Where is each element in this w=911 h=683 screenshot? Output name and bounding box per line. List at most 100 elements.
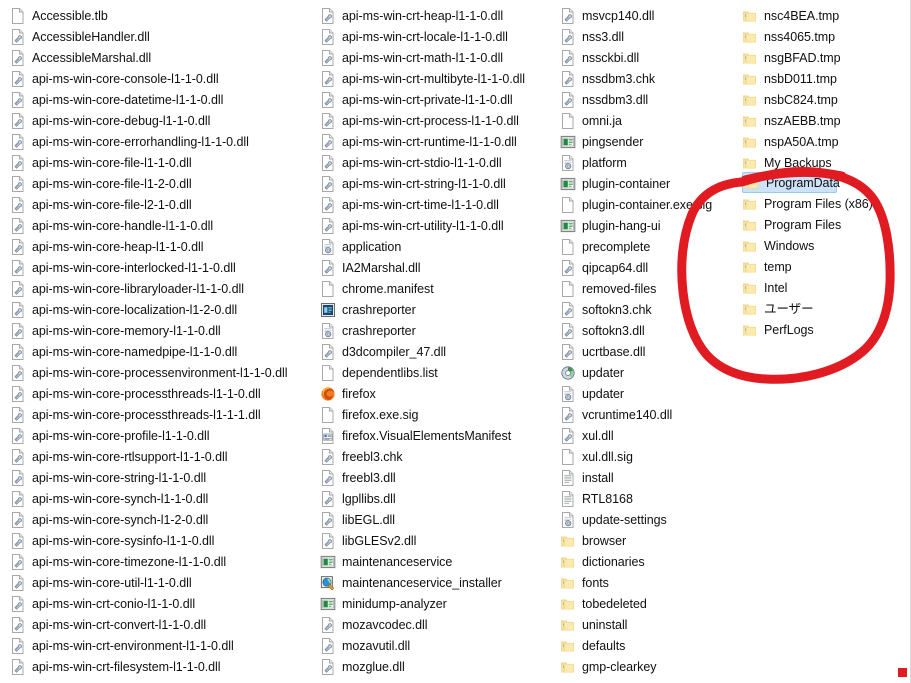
file-list-item[interactable]: api-ms-win-core-timezone-l1-1-0.dll xyxy=(10,551,312,572)
file-list-item[interactable]: plugin-container.exe.sig xyxy=(560,194,720,215)
file-list-item[interactable]: api-ms-win-core-sysinfo-l1-1-0.dll xyxy=(10,530,312,551)
file-list-item[interactable]: api-ms-win-core-processthreads-l1-1-1.dl… xyxy=(10,404,312,425)
file-list-item[interactable]: qipcap64.dll xyxy=(560,257,720,278)
file-list-item[interactable]: maintenanceservice xyxy=(320,551,552,572)
file-list-item[interactable]: api-ms-win-crt-conio-l1-1-0.dll xyxy=(10,593,312,614)
file-list-item[interactable]: AccessibleMarshal.dll xyxy=(10,47,312,68)
folder-list-item[interactable]: temp xyxy=(742,256,911,277)
file-list-item[interactable]: softokn3.dll xyxy=(560,320,720,341)
folder-list-item[interactable]: PerfLogs xyxy=(742,319,911,340)
file-list-item[interactable]: RTL8168 xyxy=(560,488,720,509)
file-list-item[interactable]: libGLESv2.dll xyxy=(320,530,552,551)
file-list-item[interactable]: mozavcodec.dll xyxy=(320,614,552,635)
file-list-item[interactable]: xul.dll xyxy=(560,425,720,446)
file-list-item[interactable]: minidump-analyzer xyxy=(320,593,552,614)
file-list-item[interactable]: nssckbi.dll xyxy=(560,47,720,68)
file-list-item[interactable]: crashreporter xyxy=(320,320,552,341)
file-list-item[interactable]: api-ms-win-crt-filesystem-l1-1-0.dll xyxy=(10,656,312,677)
file-list-item[interactable]: firefox.VisualElementsManifest xyxy=(320,425,552,446)
folder-list-item[interactable]: fonts xyxy=(560,572,720,593)
file-list-item[interactable]: api-ms-win-core-console-l1-1-0.dll xyxy=(10,68,312,89)
folder-list-item[interactable]: nsgBFAD.tmp xyxy=(742,47,911,68)
file-list-item[interactable]: api-ms-win-core-synch-l1-2-0.dll xyxy=(10,509,312,530)
file-list-item[interactable]: api-ms-win-crt-convert-l1-1-0.dll xyxy=(10,614,312,635)
file-list-item[interactable]: ucrtbase.dll xyxy=(560,341,720,362)
file-list-item[interactable]: freebl3.dll xyxy=(320,467,552,488)
folder-list-item[interactable]: ユーザー xyxy=(742,298,911,319)
file-list-item[interactable]: api-ms-win-core-file-l1-1-0.dll xyxy=(10,152,312,173)
file-list-item[interactable]: Accessible.tlb xyxy=(10,5,312,26)
folder-list-item[interactable]: Program Files xyxy=(742,214,911,235)
file-list-item[interactable]: d3dcompiler_47.dll xyxy=(320,341,552,362)
file-list-item[interactable]: mozavutil.dll xyxy=(320,635,552,656)
folder-list-item[interactable]: defaults xyxy=(560,635,720,656)
file-list-item[interactable]: api-ms-win-core-string-l1-1-0.dll xyxy=(10,467,312,488)
file-list-item[interactable]: api-ms-win-crt-locale-l1-1-0.dll xyxy=(320,26,552,47)
file-list-item[interactable]: api-ms-win-core-profile-l1-1-0.dll xyxy=(10,425,312,446)
file-list-item[interactable]: api-ms-win-core-processthreads-l1-1-0.dl… xyxy=(10,383,312,404)
file-list-item[interactable]: removed-files xyxy=(560,278,720,299)
file-list-item[interactable]: msvcp140.dll xyxy=(560,5,720,26)
file-list-item[interactable]: AccessibleHandler.dll xyxy=(10,26,312,47)
file-list-item[interactable]: api-ms-win-crt-multibyte-l1-1-0.dll xyxy=(320,68,552,89)
file-list-item[interactable]: libEGL.dll xyxy=(320,509,552,530)
file-list-item[interactable]: update-settings xyxy=(560,509,720,530)
file-list-item[interactable]: lgpllibs.dll xyxy=(320,488,552,509)
file-list-item[interactable]: precomplete xyxy=(560,236,720,257)
file-list-item[interactable]: xul.dll.sig xyxy=(560,446,720,467)
folder-list-item[interactable]: nsbD011.tmp xyxy=(742,68,911,89)
file-list-item[interactable]: install xyxy=(560,467,720,488)
file-list-item[interactable]: api-ms-win-core-heap-l1-1-0.dll xyxy=(10,236,312,257)
file-list-item[interactable]: chrome.manifest xyxy=(320,278,552,299)
file-list-item[interactable]: platform xyxy=(560,152,720,173)
file-list-item[interactable]: plugin-container xyxy=(560,173,720,194)
file-list-item[interactable]: vcruntime140.dll xyxy=(560,404,720,425)
folder-list-item[interactable]: Intel xyxy=(742,277,911,298)
file-list-item[interactable]: mozglue.dll xyxy=(320,656,552,677)
file-list-item[interactable]: pingsender xyxy=(560,131,720,152)
file-list-item[interactable]: api-ms-win-core-file-l1-2-0.dll xyxy=(10,173,312,194)
file-list-item[interactable]: api-ms-win-core-libraryloader-l1-1-0.dll xyxy=(10,278,312,299)
file-list-item[interactable]: application xyxy=(320,236,552,257)
file-list-item[interactable]: api-ms-win-crt-math-l1-1-0.dll xyxy=(320,47,552,68)
file-list-item[interactable]: api-ms-win-crt-private-l1-1-0.dll xyxy=(320,89,552,110)
folder-list-item[interactable]: nsc4BEA.tmp xyxy=(742,5,911,26)
file-list-item[interactable]: firefox xyxy=(320,383,552,404)
folder-list-item[interactable]: gmp-clearkey xyxy=(560,656,720,677)
folder-list-item[interactable]: ProgramData xyxy=(742,172,840,193)
file-list-item[interactable]: api-ms-win-core-namedpipe-l1-1-0.dll xyxy=(10,341,312,362)
file-list-item[interactable]: api-ms-win-crt-string-l1-1-0.dll xyxy=(320,173,552,194)
file-list-item[interactable]: api-ms-win-core-file-l2-1-0.dll xyxy=(10,194,312,215)
file-list-item[interactable]: api-ms-win-core-processenvironment-l1-1-… xyxy=(10,362,312,383)
folder-list-item[interactable]: nszAEBB.tmp xyxy=(742,110,911,131)
file-list-item[interactable]: api-ms-win-crt-time-l1-1-0.dll xyxy=(320,194,552,215)
file-list-item[interactable]: api-ms-win-core-interlocked-l1-1-0.dll xyxy=(10,257,312,278)
file-list-item[interactable]: api-ms-win-crt-utility-l1-1-0.dll xyxy=(320,215,552,236)
file-explorer-list-view[interactable]: Accessible.tlb AccessibleHandler.dll Acces… xyxy=(0,0,911,683)
file-list-item[interactable]: api-ms-win-core-debug-l1-1-0.dll xyxy=(10,110,312,131)
folder-list-item[interactable]: Program Files (x86) xyxy=(742,193,911,214)
file-list-item[interactable]: api-ms-win-core-datetime-l1-1-0.dll xyxy=(10,89,312,110)
file-list-item[interactable]: api-ms-win-crt-runtime-l1-1-0.dll xyxy=(320,131,552,152)
file-list-item[interactable]: firefox.exe.sig xyxy=(320,404,552,425)
file-list-item[interactable]: api-ms-win-crt-environment-l1-1-0.dll xyxy=(10,635,312,656)
file-list-item[interactable]: nssdbm3.chk xyxy=(560,68,720,89)
file-list-item[interactable]: nssdbm3.dll xyxy=(560,89,720,110)
folder-list-item[interactable]: browser xyxy=(560,530,720,551)
file-list-item[interactable]: api-ms-win-core-errorhandling-l1-1-0.dll xyxy=(10,131,312,152)
file-list-item[interactable]: api-ms-win-core-util-l1-1-0.dll xyxy=(10,572,312,593)
file-list-item[interactable]: crashreporter xyxy=(320,299,552,320)
folder-list-item[interactable]: nspA50A.tmp xyxy=(742,131,911,152)
file-list-item[interactable]: softokn3.chk xyxy=(560,299,720,320)
file-list-item[interactable]: api-ms-win-crt-stdio-l1-1-0.dll xyxy=(320,152,552,173)
folder-list-item[interactable]: Windows xyxy=(742,235,911,256)
file-list-item[interactable]: maintenanceservice_installer xyxy=(320,572,552,593)
file-list-item[interactable]: api-ms-win-core-handle-l1-1-0.dll xyxy=(10,215,312,236)
file-list-item[interactable]: updater xyxy=(560,362,720,383)
folder-list-item[interactable]: My Backups xyxy=(742,152,911,173)
folder-list-item[interactable]: uninstall xyxy=(560,614,720,635)
file-list-item[interactable]: api-ms-win-core-localization-l1-2-0.dll xyxy=(10,299,312,320)
file-list-item[interactable]: omni.ja xyxy=(560,110,720,131)
file-list-item[interactable]: plugin-hang-ui xyxy=(560,215,720,236)
file-list-item[interactable]: updater xyxy=(560,383,720,404)
